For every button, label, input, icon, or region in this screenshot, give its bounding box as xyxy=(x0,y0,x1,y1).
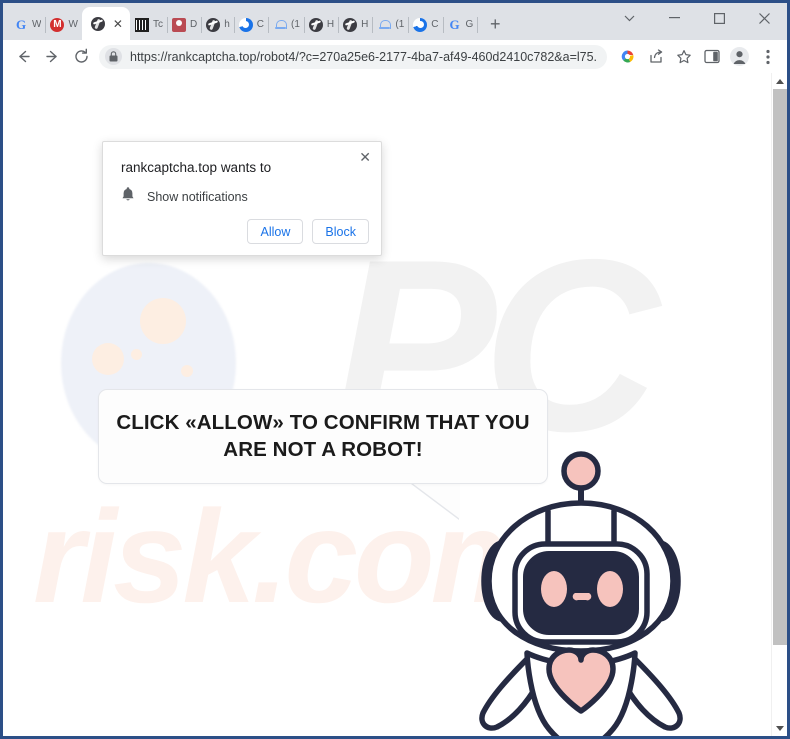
google-grey-icon: G xyxy=(449,17,460,32)
url-text[interactable]: https://rankcaptcha.top/robot4/?c=270a25… xyxy=(130,50,597,64)
side-panel-icon[interactable] xyxy=(698,43,725,70)
tab-strip: G W M W ✕ Tc D h C (1 H H (1 C G G + xyxy=(3,3,787,40)
bubble-line-2: ARE NOT A ROBOT! xyxy=(223,437,423,461)
block-button[interactable]: Block xyxy=(312,219,369,244)
background-dot xyxy=(131,349,142,360)
tab-label: C xyxy=(256,19,264,30)
reload-button[interactable] xyxy=(67,43,95,71)
speech-bubble-tail xyxy=(412,483,460,519)
tab-active-rankcaptcha[interactable]: ✕ xyxy=(81,7,130,40)
share-icon[interactable] xyxy=(642,43,669,70)
close-icon[interactable]: ✕ xyxy=(113,18,123,30)
back-button[interactable] xyxy=(9,43,37,71)
bell-icon xyxy=(121,186,135,207)
allow-button[interactable]: Allow xyxy=(247,219,304,244)
globe-icon xyxy=(90,16,106,32)
page-scrollbar[interactable] xyxy=(771,73,787,736)
tab-3[interactable]: Tc xyxy=(130,9,168,40)
maximize-icon[interactable] xyxy=(697,3,742,33)
tab-label: h xyxy=(224,19,230,30)
minimize-icon[interactable] xyxy=(652,3,697,33)
notification-permission-dialog: ✕ rankcaptcha.top wants to Show notifica… xyxy=(102,141,382,256)
person-icon xyxy=(171,17,187,33)
profile-avatar-icon[interactable] xyxy=(726,43,753,70)
globe-icon xyxy=(205,17,221,33)
close-icon[interactable] xyxy=(742,3,787,33)
bubble-line-1: CLICK «ALLOW» TO CONFIRM THAT YOU xyxy=(116,411,530,435)
sync-icon xyxy=(238,17,254,33)
scroll-up-arrow[interactable] xyxy=(772,73,787,89)
scrollbar-thumb[interactable] xyxy=(773,89,787,645)
tab-label: C xyxy=(431,19,439,30)
background-dot xyxy=(181,365,193,377)
browser-window: G W M W ✕ Tc D h C (1 H H (1 C G G + htt… xyxy=(0,0,790,739)
bookmark-star-icon[interactable] xyxy=(670,43,697,70)
globe-icon xyxy=(308,17,324,33)
bell-icon xyxy=(376,17,392,33)
tab-search-icon[interactable] xyxy=(607,3,652,33)
tab-label: W xyxy=(32,19,42,30)
permission-dialog-title: rankcaptcha.top wants to xyxy=(121,160,272,175)
tab-11[interactable]: C xyxy=(408,9,444,40)
forward-button[interactable] xyxy=(38,43,66,71)
tab-4[interactable]: D xyxy=(167,9,203,40)
scroll-down-arrow[interactable] xyxy=(772,720,787,736)
tab-10[interactable]: (1 xyxy=(372,9,410,40)
background-dot xyxy=(140,298,186,344)
robot-mascot xyxy=(479,451,683,736)
bell-icon xyxy=(272,17,288,33)
globe-icon xyxy=(342,17,358,33)
address-bar[interactable]: https://rankcaptcha.top/robot4/?c=270a25… xyxy=(99,44,607,69)
tab-1[interactable]: M W xyxy=(45,9,83,40)
tab-label: Tc xyxy=(152,19,163,30)
close-icon[interactable]: ✕ xyxy=(359,150,371,164)
tab-label: D xyxy=(189,19,198,30)
tab-label: H xyxy=(326,19,335,30)
page-viewport: PC risk.com CLICK «ALLOW» TO CONFIRM THA… xyxy=(3,73,787,736)
tab-12[interactable]: G G xyxy=(443,9,479,40)
browser-toolbar: https://rankcaptcha.top/robot4/?c=270a25… xyxy=(3,40,787,73)
m-circle-icon: M xyxy=(49,17,65,33)
tab-7[interactable]: (1 xyxy=(268,9,305,40)
chrome-menu-icon[interactable] xyxy=(754,43,781,70)
bank-icon xyxy=(134,17,150,33)
lock-icon xyxy=(105,48,122,65)
window-controls xyxy=(607,3,787,40)
permission-row: Show notifications xyxy=(121,186,248,207)
permission-label: Show notifications xyxy=(147,189,248,204)
tab-6[interactable]: C xyxy=(234,9,269,40)
tab-label: W xyxy=(68,19,78,30)
tab-8[interactable]: H xyxy=(304,9,340,40)
tab-label: G xyxy=(465,19,474,30)
tab-label: (1 xyxy=(395,19,405,30)
google-icon: G xyxy=(15,17,27,32)
tab-label: H xyxy=(361,19,369,30)
permission-buttons: Allow Block xyxy=(247,219,369,244)
new-tab-button[interactable]: + xyxy=(481,10,509,38)
google-lens-icon[interactable] xyxy=(614,43,641,70)
tab-9[interactable]: H xyxy=(338,9,374,40)
tab-5[interactable]: h xyxy=(201,9,235,40)
background-dot xyxy=(92,343,124,375)
sync-icon xyxy=(412,17,428,33)
tab-divider xyxy=(477,17,479,33)
watermark-riskcom: risk.com xyxy=(33,483,548,630)
tab-label: (1 xyxy=(291,19,300,30)
tab-0[interactable]: G W xyxy=(9,9,47,40)
